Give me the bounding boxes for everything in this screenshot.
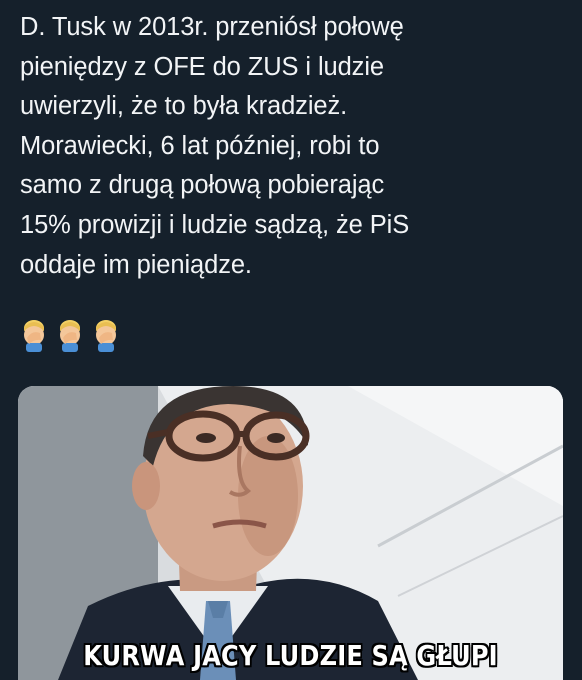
tweet-card: D. Tusk w 2013r. przeniósł połowę pienię… (0, 0, 582, 680)
man-facepalming-icon (92, 318, 120, 352)
emoji-row (20, 318, 120, 352)
meme-photo (18, 386, 563, 680)
man-facepalming-icon (56, 318, 84, 352)
tweet-media-image[interactable]: KURWA JACY LUDZIE SĄ GŁUPI (18, 386, 563, 680)
tweet-text: D. Tusk w 2013r. przeniósł połowę pienię… (20, 13, 410, 279)
man-facepalming-icon (20, 318, 48, 352)
meme-caption: KURWA JACY LUDZIE SĄ GŁUPI (83, 639, 498, 672)
